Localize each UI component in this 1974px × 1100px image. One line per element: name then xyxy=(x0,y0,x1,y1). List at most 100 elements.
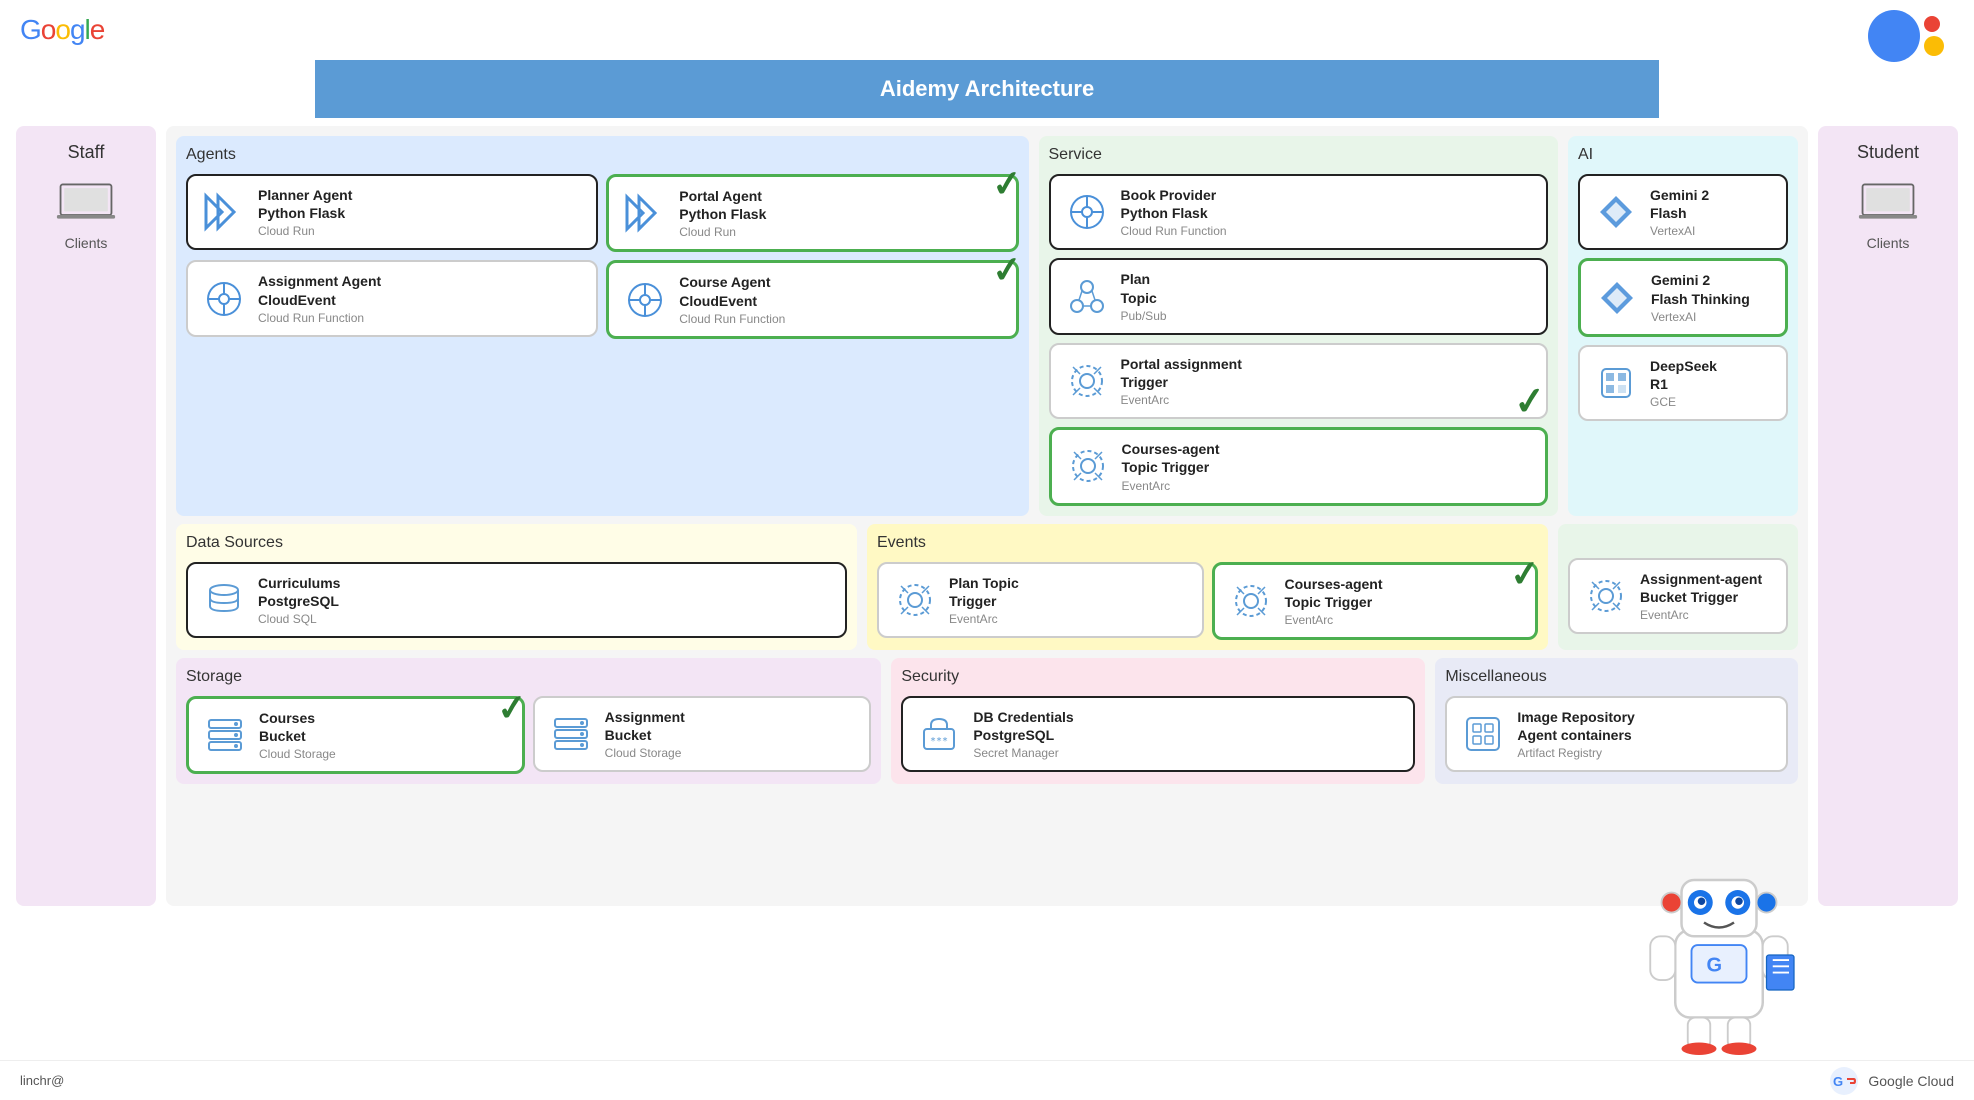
curriculums-sub: Cloud SQL xyxy=(258,612,340,626)
plan-topic-trigger-title: Plan TopicTrigger xyxy=(949,574,1019,610)
title-banner: Aidemy Architecture xyxy=(315,60,1659,118)
portal-trigger-wrapper: Portal assignmentTrigger EventArc ✓ xyxy=(1049,343,1549,419)
staff-laptop-icon xyxy=(56,183,116,223)
course-agent-checkmark: ✓ xyxy=(991,251,1024,289)
secret-manager-icon: *** xyxy=(917,712,961,756)
image-repo-card[interactable]: Image RepositoryAgent containers Artifac… xyxy=(1445,696,1788,772)
agents-section: Agents Planner AgentPy xyxy=(176,136,1029,516)
courses-bucket-title: CoursesBucket xyxy=(259,709,336,745)
db-credentials-card[interactable]: *** DB CredentialsPostgreSQL Secret Mana… xyxy=(901,696,1415,772)
robot-mascot: G xyxy=(1634,855,1804,1055)
portal-agent-title: Portal AgentPython Flask xyxy=(679,187,766,223)
courses-storage-icon xyxy=(203,713,247,757)
image-repo-sub: Artifact Registry xyxy=(1517,746,1634,760)
ai-title: AI xyxy=(1578,146,1788,164)
assignment-bucket-title: AssignmentBucket xyxy=(605,708,685,744)
planner-agent-content: Planner AgentPython Flask Cloud Run xyxy=(258,186,352,238)
curriculums-content: CurriculumsPostgreSQL Cloud SQL xyxy=(258,574,340,626)
misc-title: Miscellaneous xyxy=(1445,668,1788,686)
student-laptop-icon xyxy=(1858,183,1918,223)
assignment-bucket-content: AssignmentBucket Cloud Storage xyxy=(605,708,685,760)
image-repo-title: Image RepositoryAgent containers xyxy=(1517,708,1634,744)
curriculums-card[interactable]: CurriculumsPostgreSQL Cloud SQL xyxy=(186,562,847,638)
portal-agent-content: Portal AgentPython Flask Cloud Run xyxy=(679,187,766,239)
assignment-agent-wrapper: Assignment AgentCloudEvent Cloud Run Fun… xyxy=(186,260,598,338)
assignment-agent-card[interactable]: Assignment AgentCloudEvent Cloud Run Fun… xyxy=(186,260,598,336)
courses-trigger-content: Courses-agentTopic Trigger EventArc xyxy=(1122,440,1220,492)
gemini-thinking-card[interactable]: Gemini 2Flash Thinking VertexAI xyxy=(1578,258,1788,336)
assignment-agent-content: Assignment AgentCloudEvent Cloud Run Fun… xyxy=(258,272,381,324)
storage-section: Storage xyxy=(176,658,881,784)
planner-agent-card[interactable]: Planner AgentPython Flask Cloud Run xyxy=(186,174,598,250)
google-logo: Google xyxy=(20,14,104,46)
staff-sidebar: Staff Clients xyxy=(16,126,156,906)
assign-bucket-trigger-title: Assignment-agentBucket Trigger xyxy=(1640,570,1762,606)
deepseek-card[interactable]: DeepSeekR1 GCE xyxy=(1578,345,1788,421)
plan-topic-trigger-sub: EventArc xyxy=(949,612,1019,626)
google-cloud-icon: G xyxy=(1828,1065,1860,1097)
portal-chevron-icon xyxy=(623,191,667,235)
events-section: Events xyxy=(867,524,1548,650)
image-repo-content: Image RepositoryAgent containers Artifac… xyxy=(1517,708,1634,760)
assign-bucket-trigger-content: Assignment-agentBucket Trigger EventArc xyxy=(1640,570,1762,622)
courses-trigger-wrapper: Courses-agentTopic Trigger EventArc xyxy=(1049,427,1549,505)
google-assistant-icon xyxy=(1868,10,1944,62)
assignment-agent-title: Assignment AgentCloudEvent xyxy=(258,272,381,308)
portal-agent-card[interactable]: Portal AgentPython Flask Cloud Run xyxy=(606,174,1018,252)
dot-red xyxy=(1924,16,1940,32)
datasources-title: Data Sources xyxy=(186,534,847,552)
course-agent-title: Course AgentCloudEvent xyxy=(679,273,785,309)
courses-agent-trigger-icon xyxy=(1229,579,1273,623)
courses-agent-trigger-title: Courses-agentTopic Trigger xyxy=(1285,575,1383,611)
storage-title: Storage xyxy=(186,668,871,686)
portal-trigger-checkmark: ✓ xyxy=(1513,382,1548,423)
events-title: Events xyxy=(877,534,1538,552)
assign-bucket-trigger-icon xyxy=(1584,574,1628,618)
course-agent-content: Course AgentCloudEvent Cloud Run Functio… xyxy=(679,273,785,325)
gemini-flash-sub: VertexAI xyxy=(1650,224,1709,238)
courses-bucket-card[interactable]: CoursesBucket Cloud Storage xyxy=(186,696,525,774)
plan-topic-title: PlanTopic xyxy=(1121,270,1167,306)
deepseek-content: DeepSeekR1 GCE xyxy=(1650,357,1717,409)
assignment-bucket-card[interactable]: AssignmentBucket Cloud Storage xyxy=(533,696,872,772)
planner-agent-wrapper: Planner AgentPython Flask Cloud Run xyxy=(186,174,598,252)
plan-topic-trigger-card[interactable]: Plan TopicTrigger EventArc xyxy=(877,562,1204,638)
book-provider-content: Book ProviderPython Flask Cloud Run Func… xyxy=(1121,186,1227,238)
portal-agent-checkmark: ✓ xyxy=(991,165,1024,203)
courses-bucket-sub: Cloud Storage xyxy=(259,747,336,761)
portal-trigger-icon xyxy=(1065,359,1109,403)
course-agent-wrapper: Course AgentCloudEvent Cloud Run Functio… xyxy=(606,260,1018,338)
assignment-agent-sub: Cloud Run Function xyxy=(258,311,381,325)
assign-trigger-section: Assignment-agentBucket Trigger EventArc xyxy=(1558,524,1798,650)
courses-trigger-card[interactable]: Courses-agentTopic Trigger EventArc xyxy=(1049,427,1549,505)
course-agent-card[interactable]: Course AgentCloudEvent Cloud Run Functio… xyxy=(606,260,1018,338)
student-title: Student xyxy=(1857,142,1919,163)
book-provider-card[interactable]: Book ProviderPython Flask Cloud Run Func… xyxy=(1049,174,1549,250)
assignment-api-icon xyxy=(202,277,246,321)
assign-bucket-trigger-sub: EventArc xyxy=(1640,608,1762,622)
assignment-storage-icon xyxy=(549,712,593,756)
plan-topic-card[interactable]: PlanTopic Pub/Sub xyxy=(1049,258,1549,334)
portal-trigger-title: Portal assignmentTrigger xyxy=(1121,355,1242,391)
security-section: Security *** DB CredentialsPostgreSQL Se… xyxy=(891,658,1425,784)
svg-text:***: *** xyxy=(930,736,948,747)
gemini-flash-icon xyxy=(1594,190,1638,234)
db-credentials-title: DB CredentialsPostgreSQL xyxy=(973,708,1073,744)
deepseek-icon xyxy=(1594,361,1638,405)
portal-trigger-card[interactable]: Portal assignmentTrigger EventArc xyxy=(1049,343,1549,419)
courses-agent-trigger-content: Courses-agentTopic Trigger EventArc xyxy=(1285,575,1383,627)
assistant-circle xyxy=(1868,10,1920,62)
artifact-registry-icon xyxy=(1461,712,1505,756)
courses-agent-trigger-card[interactable]: Courses-agentTopic Trigger EventArc xyxy=(1212,562,1539,640)
assignment-bucket-sub: Cloud Storage xyxy=(605,746,685,760)
service-section: Service xyxy=(1039,136,1559,516)
gemini-flash-card[interactable]: Gemini 2Flash VertexAI xyxy=(1578,174,1788,250)
course-agent-sub: Cloud Run Function xyxy=(679,312,785,326)
db-credentials-content: DB CredentialsPostgreSQL Secret Manager xyxy=(973,708,1073,760)
courses-agent-trigger-sub: EventArc xyxy=(1285,613,1383,627)
gemini-thinking-title: Gemini 2Flash Thinking xyxy=(1651,271,1750,307)
assignment-bucket-wrapper: AssignmentBucket Cloud Storage xyxy=(533,696,872,774)
assign-bucket-trigger-card[interactable]: Assignment-agentBucket Trigger EventArc xyxy=(1568,558,1788,634)
ai-section: AI Gemini 2Flash VertexAI xyxy=(1568,136,1798,516)
security-title: Security xyxy=(901,668,1415,686)
